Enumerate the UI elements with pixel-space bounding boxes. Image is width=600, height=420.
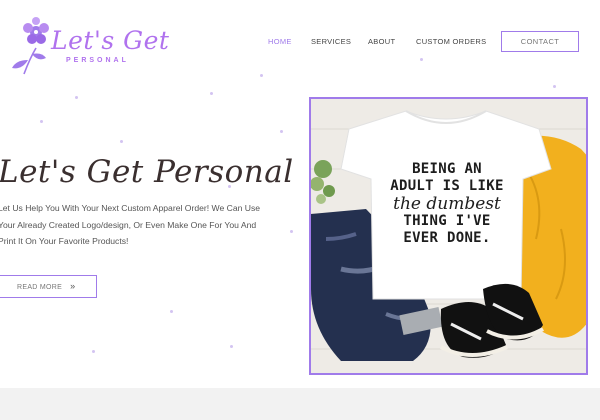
hero-description: Let Us Help You With Your Next Custom Ap… bbox=[0, 200, 298, 250]
logo-subtext: PERSONAL bbox=[66, 57, 129, 64]
hero-description-line: Print It On Your Favorite Products! bbox=[0, 236, 129, 246]
decorative-dot bbox=[92, 350, 95, 353]
site-logo[interactable]: Let's Get PERSONAL bbox=[6, 12, 169, 76]
decorative-dot bbox=[230, 345, 233, 348]
hero-description-line: Your Already Created Logo/design, Or Eve… bbox=[0, 219, 257, 230]
decorative-dot bbox=[210, 92, 213, 95]
decorative-dot bbox=[260, 74, 263, 77]
nav-home[interactable]: HOME bbox=[268, 37, 292, 46]
product-image: BEING AN ADULT IS LIKE the dumbest THING… bbox=[309, 97, 588, 375]
decorative-dot bbox=[553, 85, 556, 88]
shirt-print-text: BEING AN ADULT IS LIKE the dumbest THING… bbox=[389, 161, 505, 247]
decorative-dot bbox=[170, 310, 173, 313]
double-chevron-right-icon: » bbox=[70, 281, 76, 291]
nav-about[interactable]: ABOUT bbox=[368, 37, 395, 46]
shirt-text-line: ADULT IS LIKE bbox=[390, 178, 504, 194]
shirt-text-line: BEING AN bbox=[412, 161, 482, 177]
nav-custom-orders[interactable]: CUSTOM ORDERS bbox=[416, 37, 486, 46]
decorative-dot bbox=[120, 140, 123, 143]
next-section-band bbox=[0, 388, 600, 420]
decorative-dot bbox=[280, 130, 283, 133]
decorative-dot bbox=[40, 120, 43, 123]
decorative-dot bbox=[420, 58, 423, 61]
shirt-text-line: EVER DONE. bbox=[403, 230, 491, 246]
shirt-text-line: the dumbest bbox=[393, 194, 501, 214]
read-more-button[interactable]: READ MORE » bbox=[0, 275, 97, 298]
hero-title: Let's Get Personal bbox=[0, 154, 294, 190]
nav-services[interactable]: SERVICES bbox=[311, 37, 351, 46]
shirt-text-line: THING I'VE bbox=[403, 213, 491, 229]
read-more-label: READ MORE bbox=[17, 284, 63, 291]
hero-description-line: Let Us Help You With Your Next Custom Ap… bbox=[0, 203, 261, 213]
contact-button[interactable]: CONTACT bbox=[501, 31, 579, 52]
logo-text: Let's Get bbox=[51, 26, 170, 55]
decorative-dot bbox=[75, 96, 78, 99]
